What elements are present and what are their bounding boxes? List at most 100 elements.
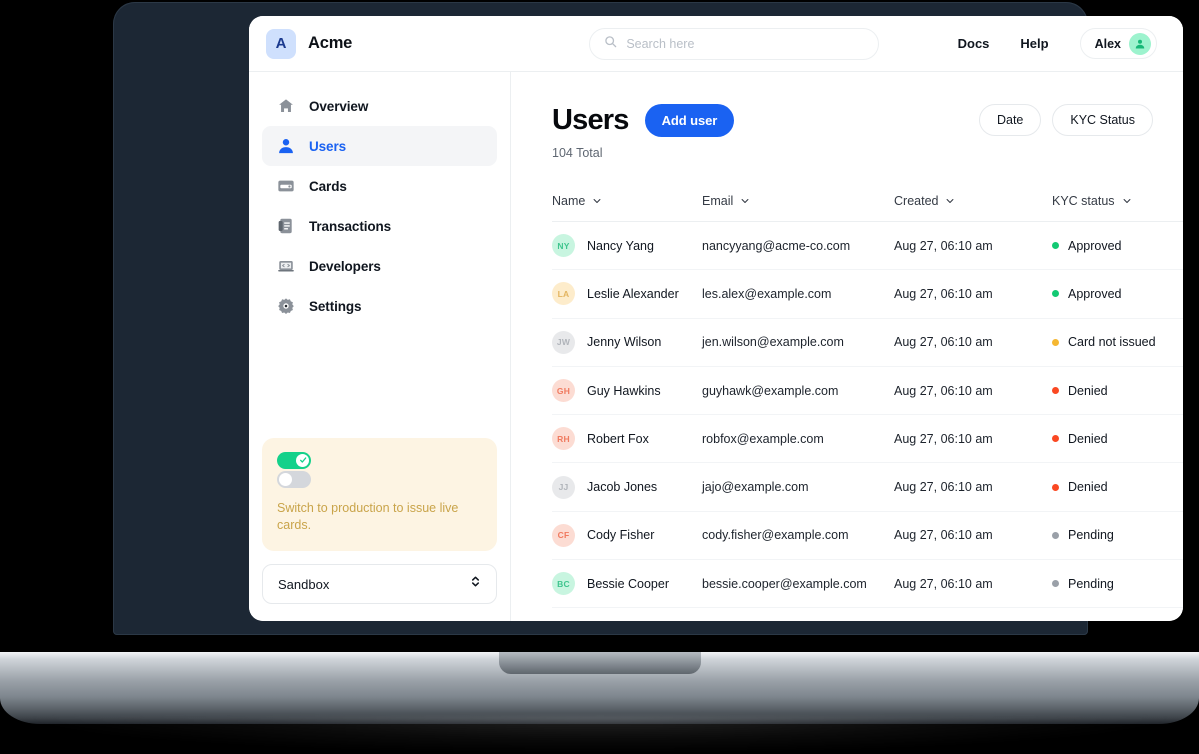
table-row[interactable]: JJ Jacob Jones jajo@example.com Aug 27, 06:…: [552, 463, 1183, 512]
nav-link-docs[interactable]: Docs: [958, 36, 990, 51]
table-row[interactable]: RH Robert Fox robfox@example.com Aug 27, 06…: [552, 415, 1183, 464]
filter-group: Date KYC Status: [978, 104, 1153, 136]
sidebar-item-transactions[interactable]: Transactions: [262, 206, 497, 246]
status-badge: Approved: [1068, 286, 1122, 301]
chevron-down-icon: [1123, 199, 1130, 203]
column-header-label: KYC status: [1052, 194, 1115, 208]
cell-name: JW Jenny Wilson: [552, 330, 702, 354]
cell-kyc-status: Denied: [1052, 432, 1183, 446]
cell-created: Aug 27, 06:10 am: [894, 335, 993, 350]
total-count-label: 104 Total: [552, 146, 603, 160]
sidebar-item-overview[interactable]: Overview: [262, 86, 497, 126]
status-badge: Pending: [1068, 528, 1114, 543]
status-badge: Card not issued: [1068, 335, 1156, 350]
avatar: BC: [552, 572, 575, 596]
users-icon: [276, 137, 295, 156]
status-dot: [1052, 580, 1059, 588]
table-body: NY Nancy Yang nancyyang@acme-co.com Aug 27,…: [552, 222, 1183, 621]
person-icon: [1129, 32, 1151, 55]
sidebar-item-label: Developers: [309, 258, 381, 274]
cell-name: GH Guy Hawkins: [552, 379, 702, 403]
user-name: Guy Hawkins: [587, 383, 661, 398]
table-row[interactable]: GH Guy Hawkins guyhawk@example.com Aug 27, …: [552, 367, 1183, 416]
environment-select-value: Sandbox: [278, 576, 330, 592]
nav-link-help[interactable]: Help: [1020, 36, 1048, 51]
cell-email: nancyyang@acme-co.com: [702, 238, 851, 253]
avatar: NY: [552, 234, 575, 258]
table-row[interactable]: BC Bessie Cooper bessie.cooper@example.com…: [552, 560, 1183, 609]
filter-date-button[interactable]: Date: [978, 104, 1042, 136]
user-name: Leslie Alexander: [587, 286, 679, 301]
table-row[interactable]: JW Jenny Wilson jen.wilson@example.com Aug …: [552, 319, 1183, 367]
cell-email: les.alex@example.com: [702, 286, 832, 301]
gear-icon: [276, 297, 295, 316]
main-content: Users Add user 104 Total Date KYC Status: [511, 72, 1183, 621]
avatar: JW: [552, 330, 575, 354]
laptop-scene: A Acme Search here Docs Help Alex Overvi…: [0, 0, 1199, 754]
chevron-down-icon: [593, 199, 601, 203]
sidebar-item-settings[interactable]: Settings: [262, 286, 497, 326]
column-header-label: Name: [552, 194, 586, 208]
cell-name: BC Bessie Cooper: [552, 572, 702, 596]
add-user-button[interactable]: Add user: [644, 104, 735, 137]
toggle-off-icon: [277, 470, 311, 488]
laptop-lid: A Acme Search here Docs Help Alex Overvi…: [113, 2, 1183, 635]
column-header-kyc-status[interactable]: KYC status: [1052, 194, 1183, 221]
sidebar-item-label: Overview: [309, 98, 369, 114]
search-box[interactable]: [589, 27, 880, 60]
home-icon: [276, 97, 295, 116]
cell-name: NY Nancy Yang: [552, 234, 702, 258]
laptop-base-notch: [499, 652, 701, 674]
column-header-email[interactable]: Email: [702, 194, 894, 221]
filter-kyc-status-button[interactable]: KYC Status: [1052, 104, 1153, 136]
cell-email: guyhawk@example.com: [702, 383, 839, 398]
column-header-name[interactable]: Name: [552, 194, 702, 221]
cell-created: Aug 27, 06:10 am: [894, 480, 993, 495]
avatar: RH: [552, 427, 575, 451]
status-dot: [1052, 242, 1059, 250]
status-dot: [1052, 387, 1059, 395]
sidebar-item-label: Settings: [309, 298, 362, 314]
cell-created: Aug 27, 06:10 am: [894, 286, 993, 301]
body-split: Overview Users Cards Transactions Develo…: [249, 72, 1183, 621]
table-row[interactable]: LA Leslie Alexander les.alex@example.com Au…: [552, 270, 1183, 319]
sidebar-item-developers[interactable]: Developers: [262, 246, 497, 286]
title-row: Users Add user: [552, 104, 735, 137]
user-name: Bessie Cooper: [587, 576, 669, 591]
table-header-row: Name Email Created KYC status: [552, 194, 1183, 222]
cell-kyc-status: Denied: [1052, 384, 1183, 398]
top-bar: A Acme Search here Docs Help Alex: [249, 16, 1183, 72]
status-dot: [1052, 435, 1059, 443]
cell-name: JJ Jacob Jones: [552, 475, 702, 499]
status-dot: [1052, 290, 1059, 298]
avatar: CF: [552, 523, 575, 547]
user-name: Cody Fisher: [587, 528, 655, 543]
sidebar: Overview Users Cards Transactions Develo…: [249, 72, 511, 621]
search-input[interactable]: [626, 36, 865, 51]
production-notice-card: Switch to production to issue live cards…: [262, 437, 497, 551]
laptop-shadow: [30, 716, 1170, 752]
page-title: Users: [552, 104, 629, 136]
brand[interactable]: A Acme: [266, 28, 511, 59]
environment-select[interactable]: Sandbox: [262, 564, 497, 604]
environment-toggle-illustration: [277, 451, 311, 488]
cell-kyc-status: Pending: [1052, 528, 1183, 542]
cell-name: LA Leslie Alexander: [552, 282, 702, 306]
status-badge: Approved: [1068, 238, 1122, 253]
sidebar-item-cards[interactable]: Cards: [262, 166, 497, 206]
search-area: [511, 27, 958, 60]
table-row[interactable]: NY Nancy Yang nancyyang@acme-co.com Aug 27,…: [552, 222, 1183, 271]
column-header-created[interactable]: Created: [894, 194, 1052, 221]
column-header-label: Created: [894, 194, 939, 208]
cell-name: RH Robert Fox: [552, 427, 702, 451]
user-name: Jenny Wilson: [587, 335, 662, 350]
sidebar-item-users[interactable]: Users: [262, 126, 497, 166]
table-row[interactable]: CF Cody Fisher cody.fisher@example.com Aug …: [552, 512, 1183, 561]
brand-logo: A: [266, 28, 296, 59]
chevron-down-icon: [947, 199, 954, 203]
table-row[interactable]: RERalph Edwardsralph.ed@example.comAug 2…: [552, 608, 1183, 621]
account-chip[interactable]: Alex: [1079, 28, 1157, 59]
production-notice-text: Switch to production to issue live cards…: [277, 500, 459, 533]
cell-kyc-status: Card not issued: [1052, 335, 1183, 349]
